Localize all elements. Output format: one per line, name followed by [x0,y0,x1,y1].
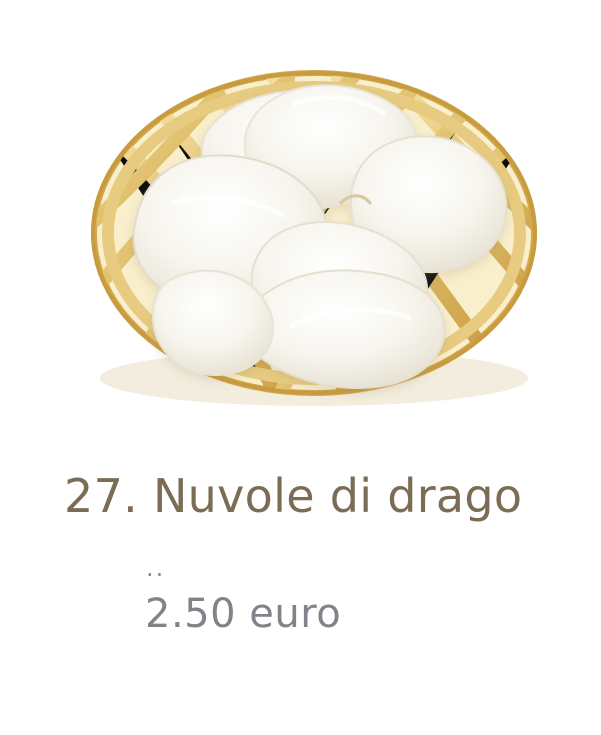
product-title: 27. Nuvole di drago [64,469,523,523]
shrimp-crackers-basket-image [91,70,537,406]
product-description: .. [146,554,166,582]
product-card: 27. Nuvole di drago .. 2.50 euro [0,0,601,735]
product-price: 2.50 euro [145,591,342,637]
